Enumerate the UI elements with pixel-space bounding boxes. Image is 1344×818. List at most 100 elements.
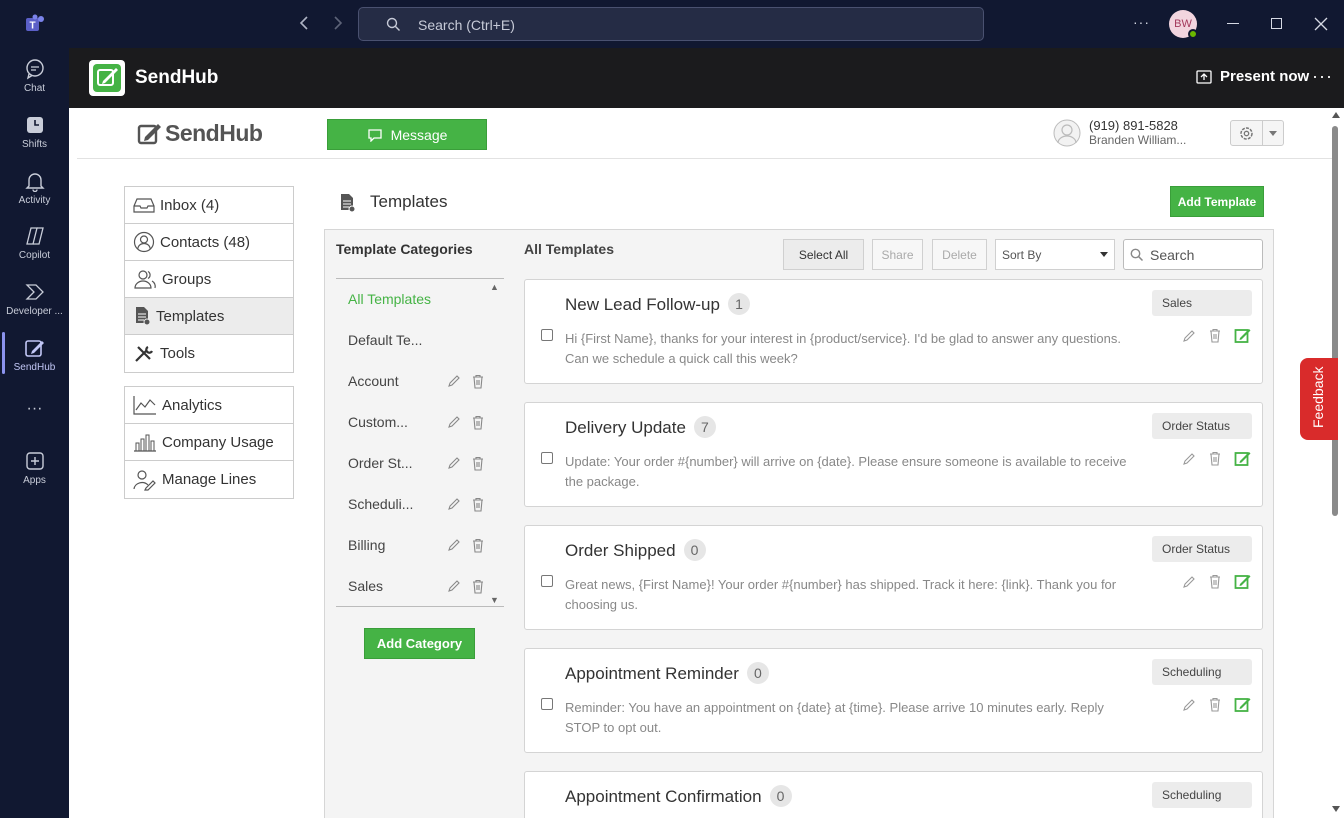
nav-label: Tools <box>160 345 196 362</box>
template-card[interactable]: Appointment Confirmation 0 Scheduling <box>524 771 1263 818</box>
user-avatar-icon[interactable] <box>1053 119 1081 147</box>
chat-icon <box>25 59 44 80</box>
rail-item-copilot[interactable]: Copilot <box>0 225 69 261</box>
scroll-up-arrow-icon[interactable] <box>1332 112 1340 118</box>
trash-icon[interactable] <box>471 415 485 430</box>
rail-label: Shifts <box>21 139 47 150</box>
compose-icon[interactable] <box>1234 696 1251 713</box>
feedback-button[interactable]: Feedback <box>1300 358 1338 440</box>
trash-icon[interactable] <box>1208 574 1222 589</box>
edit-pencil-icon[interactable] <box>447 579 461 593</box>
add-category-button[interactable]: Add Category <box>364 628 475 659</box>
edit-pencil-icon[interactable] <box>447 415 461 429</box>
scroll-down-arrow-icon[interactable] <box>1332 806 1340 812</box>
groups-icon <box>134 270 156 289</box>
rail-label: SendHub <box>13 362 56 373</box>
template-title: New Lead Follow-up 1 <box>565 293 750 315</box>
edit-pencil-icon[interactable] <box>1182 452 1196 466</box>
template-checkbox[interactable] <box>541 698 553 710</box>
present-now-button[interactable]: Present now <box>1196 68 1309 85</box>
scroll-down-arrow-icon[interactable]: ▼ <box>490 595 499 605</box>
template-title-text: Appointment Confirmation <box>565 787 762 806</box>
template-checkbox[interactable] <box>541 329 553 341</box>
more-options-icon[interactable]: ··· <box>1133 14 1150 30</box>
template-card[interactable]: Order Shipped 0 Order Status Great news, … <box>524 525 1263 630</box>
trash-icon[interactable] <box>471 497 485 512</box>
compose-icon[interactable] <box>1234 573 1251 590</box>
edit-pencil-icon[interactable] <box>447 538 461 552</box>
template-card[interactable]: Delivery Update 7 Order Status Update: Yo… <box>524 402 1263 507</box>
select-all-button[interactable]: Select All <box>783 239 864 270</box>
rail-item-chat[interactable]: Chat <box>0 58 69 94</box>
rail-item-more[interactable]: ··· <box>0 400 69 418</box>
gear-icon <box>1238 125 1255 142</box>
manage-lines-icon <box>133 469 156 491</box>
trash-icon[interactable] <box>1208 697 1222 712</box>
trash-icon[interactable] <box>471 374 485 389</box>
rail-label: Apps <box>23 475 46 486</box>
rail-item-developer-portal[interactable]: Developer ... <box>0 281 69 317</box>
usage-count-badge: 1 <box>727 293 750 315</box>
nav-item-inbox[interactable]: Inbox (4) <box>125 187 293 224</box>
delete-button[interactable]: Delete <box>932 239 987 270</box>
trash-icon[interactable] <box>471 456 485 471</box>
analytics-icon <box>133 396 156 415</box>
rail-item-sendhub[interactable]: SendHub <box>0 337 69 373</box>
category-tag: Sales <box>1152 290 1252 316</box>
category-default-templates[interactable]: Default Te... <box>348 332 488 348</box>
forward-arrow-icon[interactable] <box>332 14 344 32</box>
primary-nav: Inbox (4) Contacts (48) Groups Templates… <box>124 186 294 373</box>
user-phone: (919) 891-5828 <box>1089 118 1178 133</box>
app-title: SendHub <box>135 67 219 88</box>
message-button[interactable]: Message <box>327 119 487 150</box>
nav-item-tools[interactable]: Tools <box>125 335 293 372</box>
rail-item-apps[interactable]: Apps <box>0 450 69 486</box>
rail-item-shifts[interactable]: Shifts <box>0 114 69 150</box>
template-card[interactable]: Appointment Reminder 0 Scheduling Reminde… <box>524 648 1263 753</box>
scroll-up-arrow-icon[interactable]: ▲ <box>490 282 499 292</box>
nav-item-analytics[interactable]: Analytics <box>125 387 293 424</box>
edit-pencil-icon[interactable] <box>1182 575 1196 589</box>
template-search-input[interactable]: Search <box>1123 239 1263 270</box>
template-body: Hi {First Name}, thanks for your interes… <box>565 331 1121 366</box>
trash-icon[interactable] <box>471 579 485 594</box>
minimize-icon[interactable] <box>1227 23 1239 24</box>
edit-pencil-icon[interactable] <box>447 456 461 470</box>
trash-icon[interactable] <box>471 538 485 553</box>
template-card[interactable]: New Lead Follow-up 1 Sales Hi {First Name… <box>524 279 1263 384</box>
edit-pencil-icon[interactable] <box>447 374 461 388</box>
nav-item-company-usage[interactable]: Company Usage <box>125 424 293 461</box>
nav-item-contacts[interactable]: Contacts (48) <box>125 224 293 261</box>
app-more-options-icon[interactable]: ··· <box>1312 66 1333 87</box>
settings-dropdown[interactable] <box>1230 120 1284 146</box>
nav-item-groups[interactable]: Groups <box>125 261 293 298</box>
category-actions <box>447 415 485 430</box>
category-actions <box>447 374 485 389</box>
nav-item-templates[interactable]: Templates <box>125 298 293 335</box>
usage-count-badge: 0 <box>769 785 792 807</box>
compose-icon[interactable] <box>1234 327 1251 344</box>
edit-pencil-icon[interactable] <box>1182 329 1196 343</box>
compose-icon[interactable] <box>1234 450 1251 467</box>
template-title-text: Order Shipped <box>565 541 676 560</box>
trash-icon[interactable] <box>1208 451 1222 466</box>
maximize-icon[interactable] <box>1271 18 1282 29</box>
teams-search-input[interactable]: Search (Ctrl+E) <box>358 7 984 41</box>
nav-item-manage-lines[interactable]: Manage Lines <box>125 461 293 498</box>
edit-pencil-icon[interactable] <box>1182 698 1196 712</box>
trash-icon[interactable] <box>1208 328 1222 343</box>
sort-by-select[interactable]: Sort By <box>995 239 1115 270</box>
edit-pencil-icon[interactable] <box>447 497 461 511</box>
template-checkbox[interactable] <box>541 575 553 587</box>
back-arrow-icon[interactable] <box>298 14 310 32</box>
category-all-templates[interactable]: All Templates <box>348 291 488 307</box>
template-checkbox[interactable] <box>541 452 553 464</box>
close-icon[interactable] <box>1314 17 1328 31</box>
teams-app-rail <box>0 48 69 818</box>
categories-divider-bottom <box>336 606 504 607</box>
add-template-button[interactable]: Add Template <box>1170 186 1264 217</box>
rail-item-activity[interactable]: Activity <box>0 170 69 206</box>
category-tag: Order Status <box>1152 413 1252 439</box>
share-button[interactable]: Share <box>872 239 923 270</box>
scrollbar-thumb[interactable] <box>1332 126 1338 516</box>
